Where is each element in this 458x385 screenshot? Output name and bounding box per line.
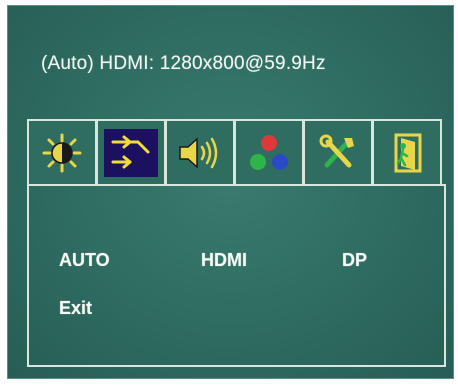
input-option-auto[interactable]: AUTO	[59, 250, 110, 271]
tools-settings-icon	[319, 134, 354, 167]
tab-audio[interactable]	[165, 119, 235, 184]
monitor-osd-menu: (Auto) HDMI: 1280x800@59.9Hz AUTO HDMI D…	[7, 5, 454, 379]
speaker-volume-icon	[179, 136, 218, 169]
tab-input-source[interactable]	[96, 119, 166, 184]
tab-settings[interactable]	[303, 119, 373, 184]
input-option-hdmi[interactable]: HDMI	[201, 250, 247, 271]
tab-brightness[interactable]	[27, 119, 97, 184]
input-status-readout: (Auto) HDMI: 1280x800@59.9Hz	[41, 53, 326, 74]
osd-tab-bar	[27, 119, 444, 184]
input-source-panel: AUTO HDMI DP Exit	[27, 184, 446, 367]
brightness-contrast-icon	[42, 133, 82, 172]
color-rgb-icon	[250, 134, 288, 170]
tab-color[interactable]	[234, 119, 304, 184]
input-option-dp[interactable]: DP	[342, 250, 367, 271]
exit-option[interactable]: Exit	[59, 298, 92, 319]
tab-exit[interactable]	[372, 119, 442, 184]
exit-door-icon	[394, 133, 422, 172]
input-source-icon	[111, 135, 150, 168]
